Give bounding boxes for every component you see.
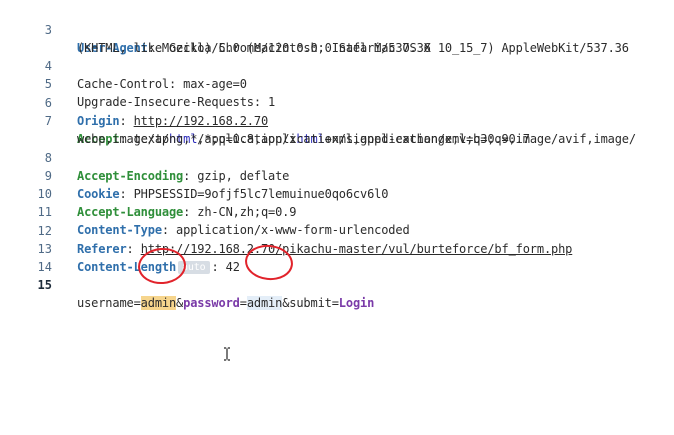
param-name: password — [183, 296, 240, 310]
code-line: 11 Content-Type: application/x-www-form-… — [0, 185, 674, 237]
param-name: submit= — [289, 296, 339, 310]
code-line: 4 Cache-Control: max-age=0 — [0, 39, 674, 91]
line-number: 15 — [37, 278, 52, 292]
code-line: 6 Origin: http://192.168.2.70 — [0, 76, 674, 128]
param-value-username[interactable]: admin — [140, 296, 176, 310]
code-line-body: 15 username=admin&password=admin&submit=… — [0, 258, 674, 310]
code-line: 9 Cookie: PHPSESSID=9ofjf5lc7lemuinue0qo… — [0, 149, 674, 201]
param-value: Login — [338, 296, 375, 310]
code-line: 8 Accept-Encoding: gzip, deflate — [0, 131, 674, 183]
code-line: 10 Accept-Language: zh-CN,zh;q=0.9 — [0, 167, 674, 219]
code-line: 3 User-Agent: Mozilla/5.0 (Macintosh; In… — [0, 3, 674, 55]
code-line-wrap: webp,image/apng,*/*;q=0.8,application/si… — [0, 112, 674, 146]
line-content: username=admin&password=admin&submit=Log… — [77, 294, 374, 312]
code-line: 14 — [0, 240, 674, 274]
code-line-wrap: (KHTML, like Gecko) Chrome/120.0.0.0 Saf… — [0, 21, 674, 55]
param-name: username= — [77, 296, 141, 310]
code-line: 5 Upgrade-Insecure-Requests: 1 — [0, 57, 674, 109]
request-editor[interactable]: 3 User-Agent: Mozilla/5.0 (Macintosh; In… — [0, 0, 674, 435]
text-cursor-icon — [224, 347, 230, 361]
param-value-password[interactable]: admin — [246, 296, 282, 310]
param-equals: = — [239, 296, 247, 310]
code-line: 12 Referer: http://192.168.2.70/pikachu-… — [0, 204, 674, 256]
code-line: 13 Content-Length auto: 42 — [0, 222, 674, 274]
code-line: 7 Accept: text/html,application/xhtml+xm… — [0, 94, 674, 146]
